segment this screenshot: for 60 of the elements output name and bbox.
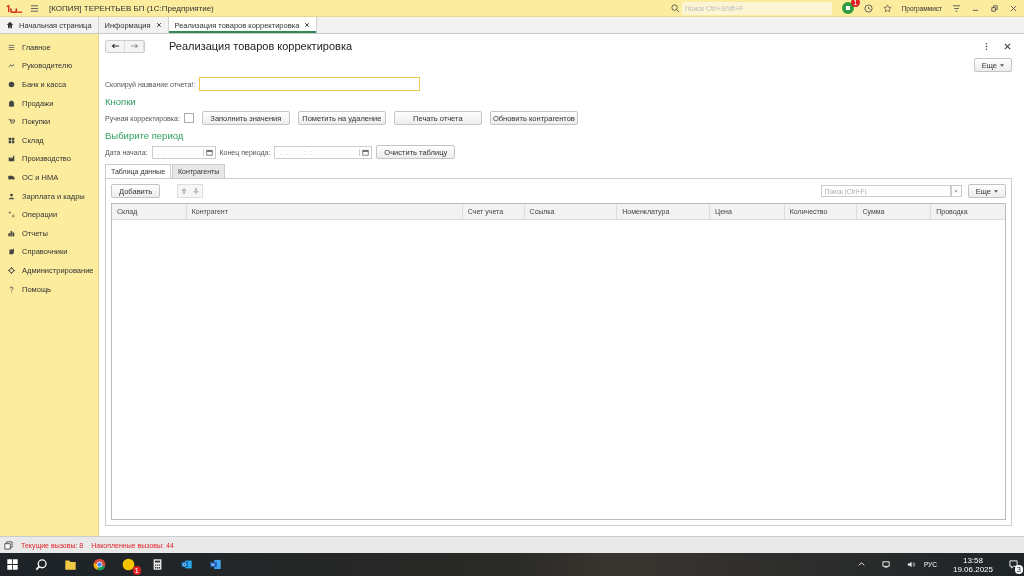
section-icon (8, 192, 15, 200)
notification-center-icon[interactable] (1009, 560, 1018, 569)
up-arrow-icon (181, 188, 188, 194)
caret-up-icon[interactable] (856, 560, 866, 569)
close-icon[interactable] (304, 22, 311, 28)
mail-icon[interactable] (180, 558, 193, 571)
section-icon (8, 211, 15, 219)
section-icon (8, 155, 15, 163)
search-icon (670, 3, 680, 13)
section-icon (8, 248, 15, 256)
right-arrow-icon (129, 43, 139, 49)
restore-icon[interactable] (990, 3, 999, 13)
close-icon[interactable] (1009, 3, 1018, 13)
window-title: [КОПИЯ] ТЕРЕНТЬЕВ БП (1С:Предприятие) (49, 3, 214, 13)
folder-icon[interactable] (64, 558, 77, 571)
app-icon[interactable] (122, 558, 135, 571)
notification-icon[interactable] (841, 2, 854, 14)
start-icon[interactable] (6, 558, 19, 571)
section-heading: Кнопки (105, 96, 137, 107)
left-arrow-icon (110, 43, 120, 49)
section-icon (8, 266, 15, 274)
section-heading: Выбирите период (105, 130, 185, 141)
section-icon (8, 285, 15, 293)
network-icon[interactable] (881, 560, 891, 569)
calendar-icon[interactable] (202, 148, 213, 156)
menu-icon[interactable] (30, 3, 39, 13)
notification-badge: 1 (851, 0, 860, 7)
manual-checkbox[interactable] (183, 113, 194, 123)
volume-icon[interactable] (906, 560, 916, 569)
clock-time[interactable]: 13:58 (962, 555, 983, 565)
caret-icon (1000, 63, 1004, 67)
section-icon (8, 99, 15, 107)
section-icon (8, 118, 15, 126)
section-icon (8, 229, 15, 237)
section-icon (8, 81, 15, 88)
section-icon (8, 136, 15, 144)
report-name-field[interactable] (199, 77, 421, 91)
browser-icon[interactable] (93, 558, 106, 571)
form-title: Реализация товаров корректировка (169, 40, 353, 52)
app-logo-icon[interactable] (6, 3, 24, 13)
close-icon[interactable] (1003, 41, 1012, 51)
document-icon[interactable] (209, 558, 222, 571)
home-icon (6, 21, 14, 29)
section-icon (8, 173, 15, 181)
caret-icon (994, 189, 998, 193)
settings-menu-icon[interactable] (952, 3, 961, 13)
down-arrow-icon (193, 188, 200, 194)
calculator-icon[interactable] (151, 558, 164, 571)
clock-date[interactable]: 19.06.2025 (952, 564, 993, 574)
history-icon[interactable] (863, 3, 873, 13)
close-icon[interactable] (155, 22, 162, 28)
back-button[interactable] (106, 40, 125, 52)
section-icon (8, 43, 15, 51)
section-icon (8, 62, 15, 70)
star-icon[interactable] (882, 3, 892, 13)
windows-icon[interactable] (4, 540, 13, 550)
app-badge: 1 (132, 566, 141, 575)
search-icon[interactable] (35, 558, 48, 571)
notification-count: 3 (1014, 565, 1023, 574)
calendar-icon[interactable] (359, 148, 370, 156)
